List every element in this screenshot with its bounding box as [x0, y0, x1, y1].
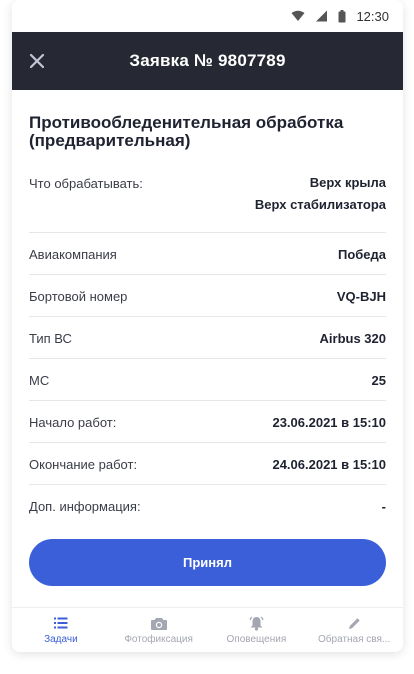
detail-label: МС: [29, 373, 50, 388]
accept-button[interactable]: Принял: [29, 539, 386, 586]
detail-row-parking-stand: МС 25: [29, 359, 386, 401]
detail-row-tail-number: Бортовой номер VQ-BJH: [29, 275, 386, 317]
detail-label: Что обрабатывать:: [29, 176, 143, 191]
detail-label: Авиакомпания: [29, 247, 117, 262]
status-bar: 12:30: [12, 0, 403, 32]
detail-row-treatment: Что обрабатывать: Верх крыла Верх стабил…: [29, 175, 386, 233]
tab-label: Обратная свя...: [318, 634, 391, 645]
task-title: Противообледенительная обработка (предва…: [29, 113, 344, 150]
detail-row-aircraft-type: Тип ВС Airbus 320: [29, 317, 386, 359]
detail-value-line: Верх крыла: [309, 175, 386, 190]
status-time: 12:30: [356, 8, 389, 24]
tab-notifications[interactable]: Оповещения: [208, 608, 306, 652]
bottom-tab-bar: Задачи Фотофиксация Оповещения Обратная …: [12, 607, 403, 652]
detail-label: Окончание работ:: [29, 457, 138, 472]
page-title: Заявка № 9807789: [129, 51, 286, 70]
list-icon: [53, 615, 68, 631]
camera-icon: [150, 615, 167, 631]
detail-value: Airbus 320: [319, 331, 386, 346]
detail-label: Доп. информация:: [29, 499, 141, 514]
signal-icon: [315, 10, 328, 22]
detail-row-airline: Авиакомпания Победа: [29, 233, 386, 275]
detail-value: 25: [371, 373, 386, 388]
detail-value: Верх крыла Верх стабилизатора: [254, 175, 386, 216]
detail-value: 23.06.2021 в 15:10: [272, 415, 386, 430]
detail-label: Начало работ:: [29, 415, 117, 430]
detail-label: Тип ВС: [29, 331, 72, 346]
close-icon[interactable]: [28, 52, 46, 70]
battery-icon: [338, 9, 346, 23]
tab-label: Задачи: [44, 634, 78, 645]
tab-feedback[interactable]: Обратная свя...: [305, 608, 403, 652]
detail-row-extra-info: Доп. информация: -: [29, 485, 386, 527]
detail-label: Бортовой номер: [29, 289, 128, 304]
app-screen: 12:30 Заявка № 9807789 Противообледените…: [12, 0, 403, 652]
detail-row-start-time: Начало работ: 23.06.2021 в 15:10: [29, 401, 386, 443]
tab-label: Оповещения: [226, 634, 287, 645]
bell-icon: [249, 615, 264, 631]
tab-label: Фотофиксация: [124, 634, 193, 645]
task-details: Противообледенительная обработка (предва…: [12, 114, 403, 586]
tab-photo[interactable]: Фотофиксация: [110, 608, 208, 652]
pencil-icon: [348, 615, 361, 631]
detail-value: VQ-BJH: [336, 289, 386, 304]
detail-value: 24.06.2021 в 15:10: [272, 457, 386, 472]
detail-row-end-time: Окончание работ: 24.06.2021 в 15:10: [29, 443, 386, 485]
detail-value-line: Верх стабилизатора: [254, 197, 386, 212]
detail-value: -: [381, 499, 386, 514]
app-header: Заявка № 9807789: [12, 32, 403, 90]
tab-tasks[interactable]: Задачи: [12, 608, 110, 652]
detail-value: Победа: [337, 247, 386, 262]
wifi-icon: [291, 10, 305, 22]
